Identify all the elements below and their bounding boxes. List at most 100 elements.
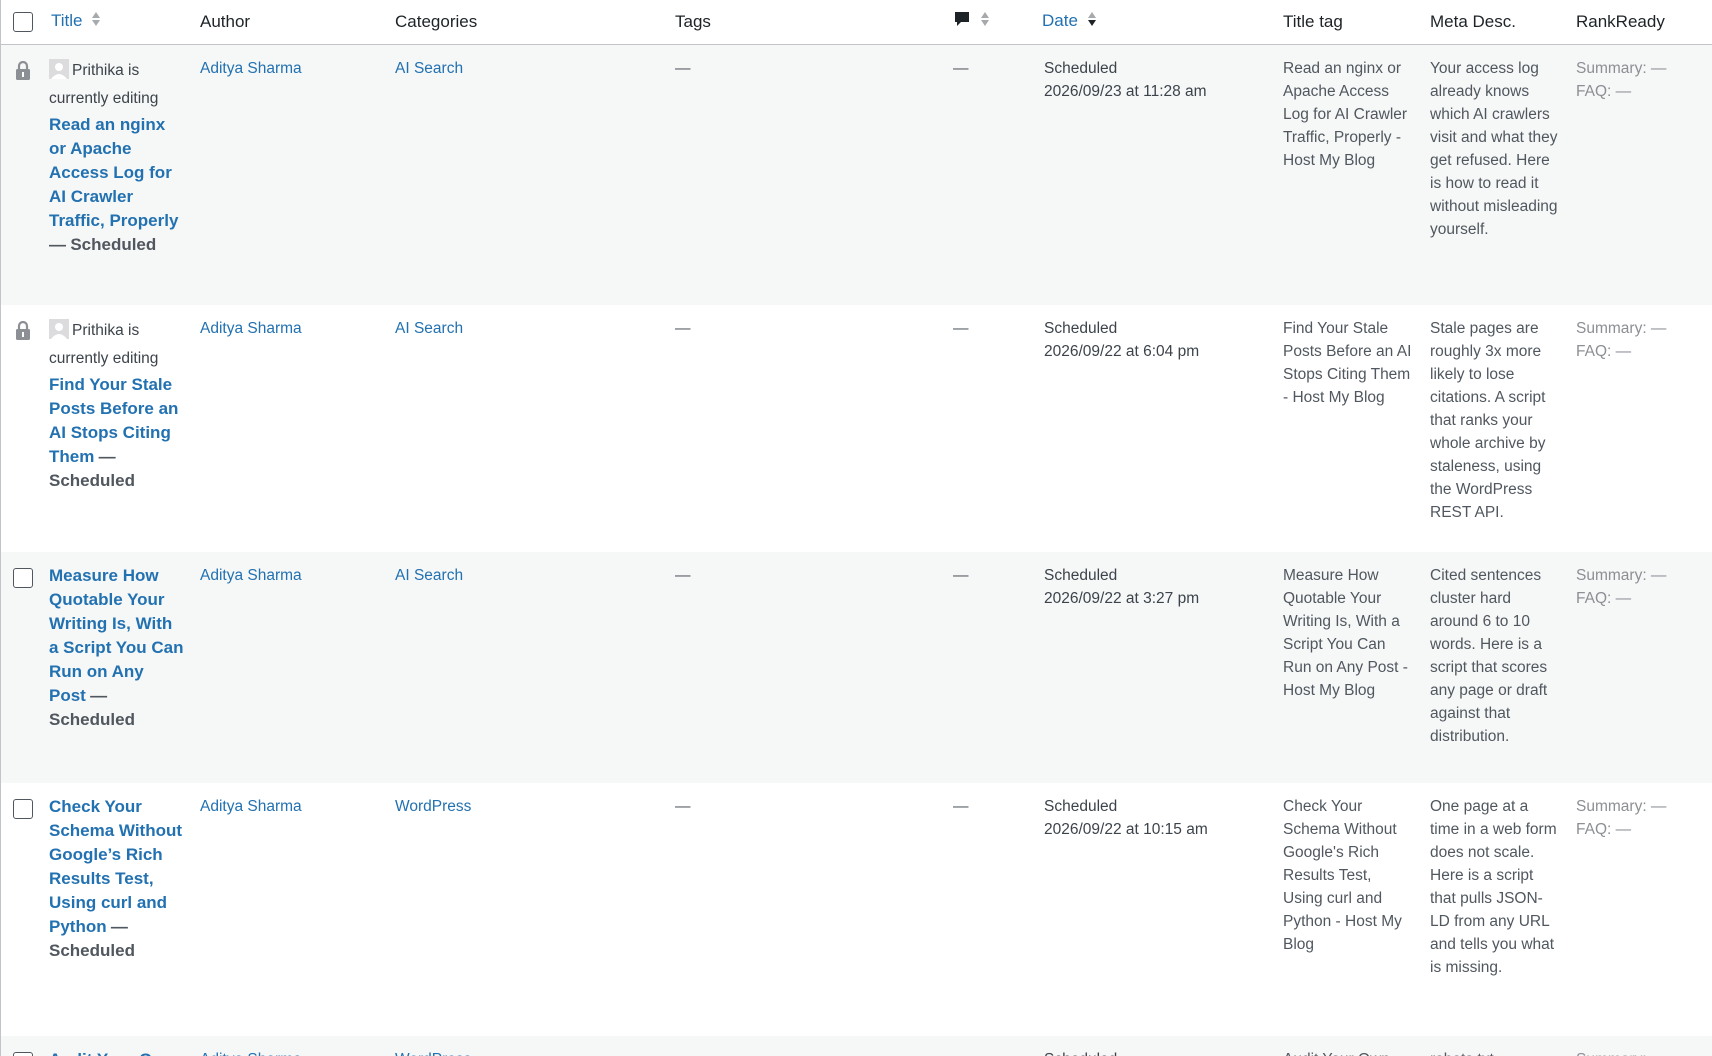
- comments-cell: —: [945, 552, 1034, 783]
- title-tag-cell: Measure How Quotable Your Writing Is, Wi…: [1275, 552, 1422, 783]
- rankready-faq: FAQ: —: [1576, 343, 1632, 360]
- rankready-summary: Summary: —: [1576, 320, 1667, 337]
- meta-desc-cell: Cited sentences cluster hard around 6 to…: [1422, 552, 1568, 783]
- column-header-rankready: RankReady: [1568, 0, 1712, 45]
- post-title: Find Your Stale Posts Before an AI Stops…: [49, 373, 184, 493]
- date-cell: Scheduled 2026/09/23 at 11:28 am: [1034, 44, 1275, 305]
- table-row: Measure How Quotable Your Writing Is, Wi…: [1, 552, 1712, 783]
- column-header-title[interactable]: Title: [45, 0, 192, 45]
- column-header-date[interactable]: Date: [1034, 0, 1275, 45]
- date-cell: Scheduled 2026/09/22 at 6:04 pm: [1034, 305, 1275, 552]
- row-checkbox[interactable]: [13, 798, 33, 819]
- table-header-row: Title Author Categories Tags Date Title …: [1, 0, 1712, 45]
- author-link[interactable]: Aditya Sharma: [200, 1051, 302, 1056]
- date-status: Scheduled: [1044, 1048, 1267, 1056]
- author-link[interactable]: Aditya Sharma: [200, 798, 302, 815]
- post-title-link[interactable]: Read an nginx or Apache Access Log for A…: [49, 115, 178, 230]
- post-title: Measure How Quotable Your Writing Is, Wi…: [49, 564, 184, 732]
- comments-value: —: [953, 798, 969, 815]
- row-checkbox[interactable]: [13, 1051, 33, 1056]
- rankready-cell: Summary: — FAQ: —: [1568, 552, 1712, 783]
- categories-cell: WordPress: [387, 783, 667, 1036]
- date-status: Scheduled: [1044, 798, 1118, 815]
- row-checkbox-cell: [1, 1036, 45, 1056]
- table-row: Check Your Schema Without Google’s Rich …: [1, 783, 1712, 1036]
- post-state: Scheduled: [49, 941, 135, 960]
- lock-icon: [15, 60, 31, 85]
- rankready-summary: Summary: —: [1576, 59, 1667, 77]
- select-all-cell: [1, 0, 45, 45]
- row-checkbox-cell: [1, 552, 45, 783]
- date-cell: Scheduled 2026/09/22 at 10:15 am: [1034, 783, 1275, 1036]
- title-cell: Prithika is currently editing Find Your …: [45, 305, 192, 552]
- post-title-link[interactable]: Audit Your Own: [49, 1050, 176, 1056]
- title-separator: —: [49, 234, 66, 254]
- category-link[interactable]: WordPress: [395, 1051, 471, 1056]
- avatar: [49, 319, 69, 339]
- date-cell: Scheduled 2026/09/22 at 3:27 pm: [1034, 552, 1275, 783]
- title-tag-value: Find Your Stale Posts Before an AI Stops…: [1283, 320, 1412, 406]
- title-separator: —: [110, 917, 128, 936]
- select-all-checkbox[interactable]: [13, 12, 33, 32]
- rankready-summary: Summary:: [1576, 1048, 1705, 1056]
- tags-value: —: [675, 798, 691, 815]
- editing-notice: Prithika is currently editing: [49, 317, 184, 373]
- post-title: Audit Your Own: [49, 1048, 184, 1056]
- author-cell: Aditya Sharma: [192, 44, 387, 305]
- category-link[interactable]: WordPress: [395, 798, 471, 815]
- categories-cell: AI Search: [387, 305, 667, 552]
- date-cell: Scheduled: [1034, 1036, 1275, 1056]
- date-value: 2026/09/23 at 11:28 am: [1044, 82, 1207, 100]
- comments-value: —: [953, 59, 969, 77]
- date-sort-link[interactable]: Date: [1042, 11, 1078, 30]
- category-link[interactable]: AI Search: [395, 320, 463, 337]
- meta-desc-value: One page at a time in a web form does no…: [1430, 798, 1557, 976]
- author-cell: Aditya Sharma: [192, 1036, 387, 1056]
- author-link[interactable]: Aditya Sharma: [200, 320, 302, 337]
- title-tag-cell: Check Your Schema Without Google's Rich …: [1275, 783, 1422, 1036]
- meta-desc-cell: Stale pages are roughly 3x more likely t…: [1422, 305, 1568, 552]
- column-header-author: Author: [192, 0, 387, 45]
- column-header-comments[interactable]: [945, 0, 1034, 45]
- category-link[interactable]: AI Search: [395, 60, 463, 77]
- rankready-cell: Summary:: [1568, 1036, 1712, 1056]
- row-lock-cell: [1, 44, 45, 305]
- category-link[interactable]: AI Search: [395, 567, 463, 584]
- title-cell: Prithika is currently editing Read an ng…: [45, 44, 192, 305]
- date-value: 2026/09/22 at 3:27 pm: [1044, 590, 1200, 607]
- table-row: Prithika is currently editing Read an ng…: [1, 44, 1712, 305]
- date-status: Scheduled: [1044, 320, 1118, 337]
- tags-value: —: [675, 59, 691, 77]
- sort-both-icon: [980, 10, 990, 33]
- categories-cell: AI Search: [387, 552, 667, 783]
- post-title-link[interactable]: Check Your Schema Without Google’s Rich …: [49, 797, 182, 936]
- title-tag-cell: Read an nginx or Apache Access Log for A…: [1275, 44, 1422, 305]
- comments-value: —: [953, 320, 969, 337]
- comment-bubble-icon: [953, 10, 971, 33]
- lock-icon: [15, 320, 31, 345]
- title-sort-link[interactable]: Title: [51, 11, 83, 30]
- post-title-link[interactable]: Measure How Quotable Your Writing Is, Wi…: [49, 566, 183, 705]
- comments-cell: [945, 1036, 1034, 1056]
- row-checkbox[interactable]: [13, 567, 33, 588]
- date-value: 2026/09/22 at 10:15 am: [1044, 821, 1208, 838]
- categories-cell: WordPress: [387, 1036, 667, 1056]
- rankready-summary: Summary: —: [1576, 798, 1667, 815]
- rankready-cell: Summary: — FAQ: —: [1568, 783, 1712, 1036]
- post-title: Read an nginx or Apache Access Log for A…: [49, 113, 184, 257]
- author-link[interactable]: Aditya Sharma: [200, 60, 302, 77]
- tags-cell: —: [667, 44, 945, 305]
- editing-user: Prithika: [72, 61, 124, 79]
- author-link[interactable]: Aditya Sharma: [200, 567, 302, 584]
- meta-desc-cell: One page at a time in a web form does no…: [1422, 783, 1568, 1036]
- table-row: Prithika is currently editing Find Your …: [1, 305, 1712, 552]
- comments-cell: —: [945, 783, 1034, 1036]
- tags-cell: —: [667, 552, 945, 783]
- column-header-meta-desc: Meta Desc.: [1422, 0, 1568, 45]
- title-tag-cell: Find Your Stale Posts Before an AI Stops…: [1275, 305, 1422, 552]
- meta-desc-value: robots.txt: [1430, 1051, 1494, 1056]
- editing-notice: Prithika is currently editing: [49, 57, 184, 113]
- sort-desc-icon: [1087, 10, 1097, 33]
- title-cell: Check Your Schema Without Google’s Rich …: [45, 783, 192, 1036]
- title-tag-value: Measure How Quotable Your Writing Is, Wi…: [1283, 567, 1408, 699]
